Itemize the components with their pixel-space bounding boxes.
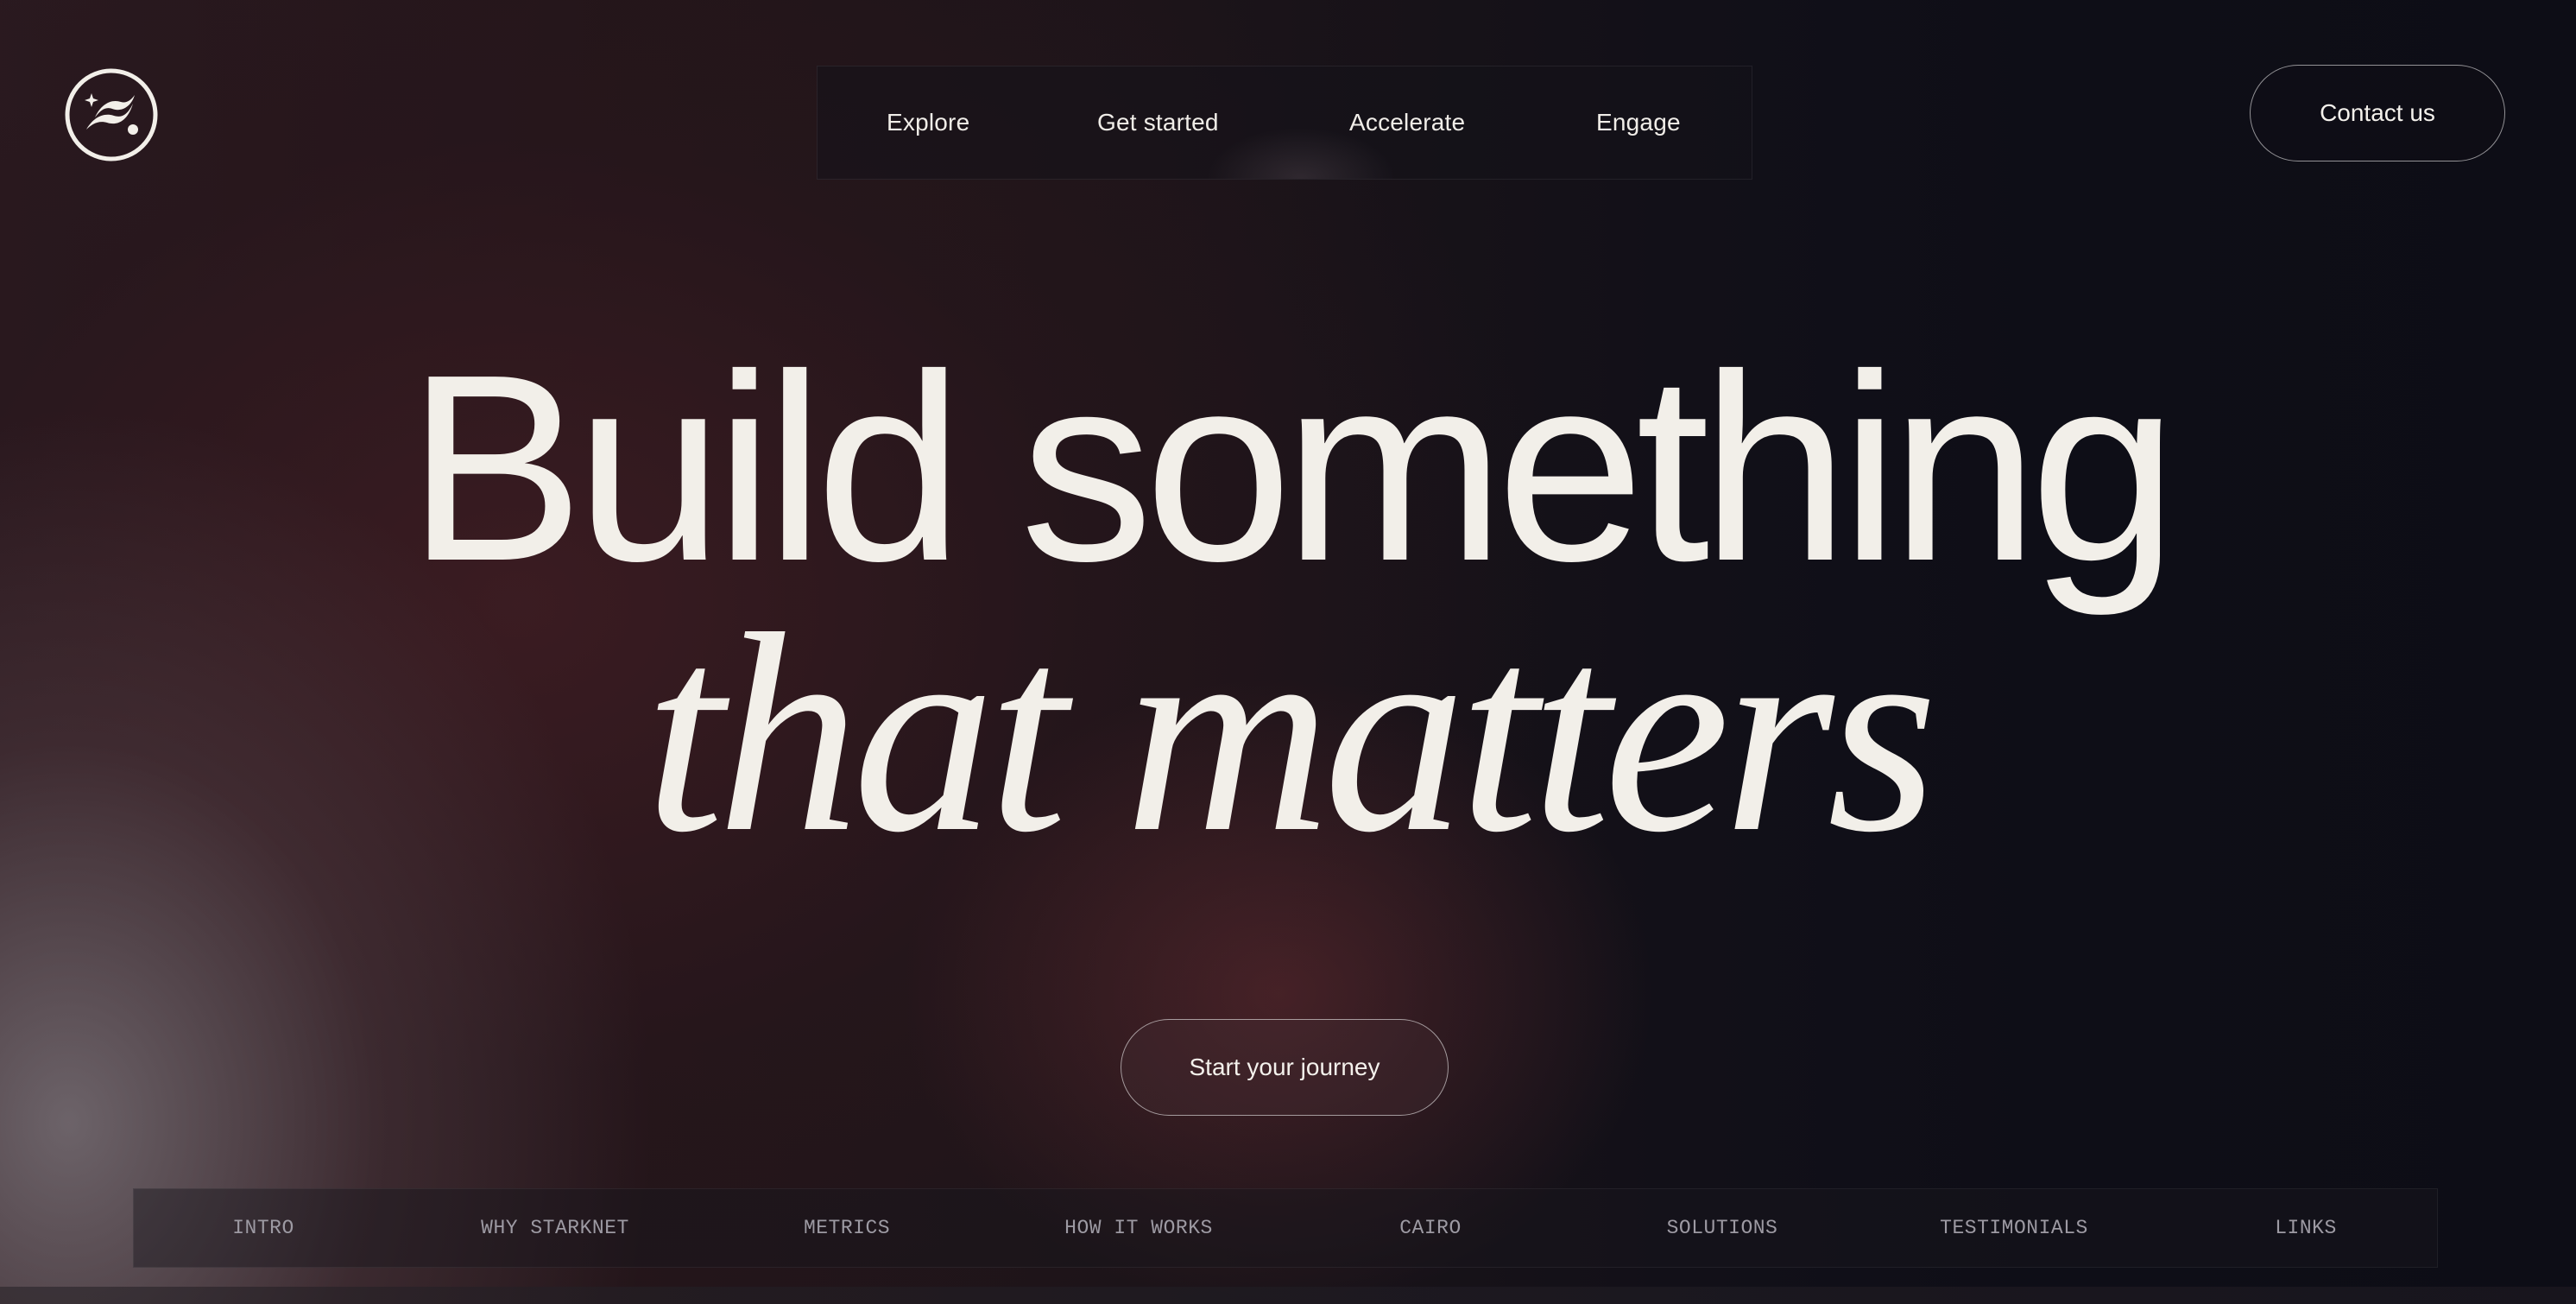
section-item-how-it-works[interactable]: HOW IT WORKS bbox=[1009, 1189, 1268, 1267]
section-item-cairo[interactable]: CAIRO bbox=[1301, 1189, 1560, 1267]
section-item-why-starknet[interactable]: WHY STARKNET bbox=[426, 1189, 685, 1267]
section-nav: INTRO WHY STARKNET METRICS HOW IT WORKS … bbox=[133, 1188, 2438, 1268]
hero-title-line-2: that matters bbox=[645, 576, 1938, 891]
nav-item-engage[interactable]: Engage bbox=[1596, 66, 1681, 179]
section-item-testimonials[interactable]: TESTIMONIALS bbox=[1885, 1189, 2144, 1267]
nav-item-get-started[interactable]: Get started bbox=[1097, 66, 1219, 179]
page: Explore Get started Accelerate Engage Co… bbox=[0, 0, 2576, 1304]
section-item-metrics[interactable]: METRICS bbox=[717, 1189, 976, 1267]
section-item-links[interactable]: LINKS bbox=[2176, 1189, 2435, 1267]
bottom-edge bbox=[0, 1287, 2576, 1304]
section-item-solutions[interactable]: SOLUTIONS bbox=[1593, 1189, 1852, 1267]
main-nav: Explore Get started Accelerate Engage bbox=[817, 66, 1752, 180]
contact-us-button[interactable]: Contact us bbox=[2250, 65, 2505, 161]
start-journey-button[interactable]: Start your journey bbox=[1121, 1019, 1449, 1116]
section-item-intro[interactable]: INTRO bbox=[134, 1189, 393, 1267]
nav-item-accelerate[interactable]: Accelerate bbox=[1349, 66, 1465, 179]
starknet-logo-icon[interactable] bbox=[64, 67, 159, 162]
nav-item-explore[interactable]: Explore bbox=[887, 66, 969, 179]
hero-title-line-1: Build something bbox=[407, 320, 2178, 617]
